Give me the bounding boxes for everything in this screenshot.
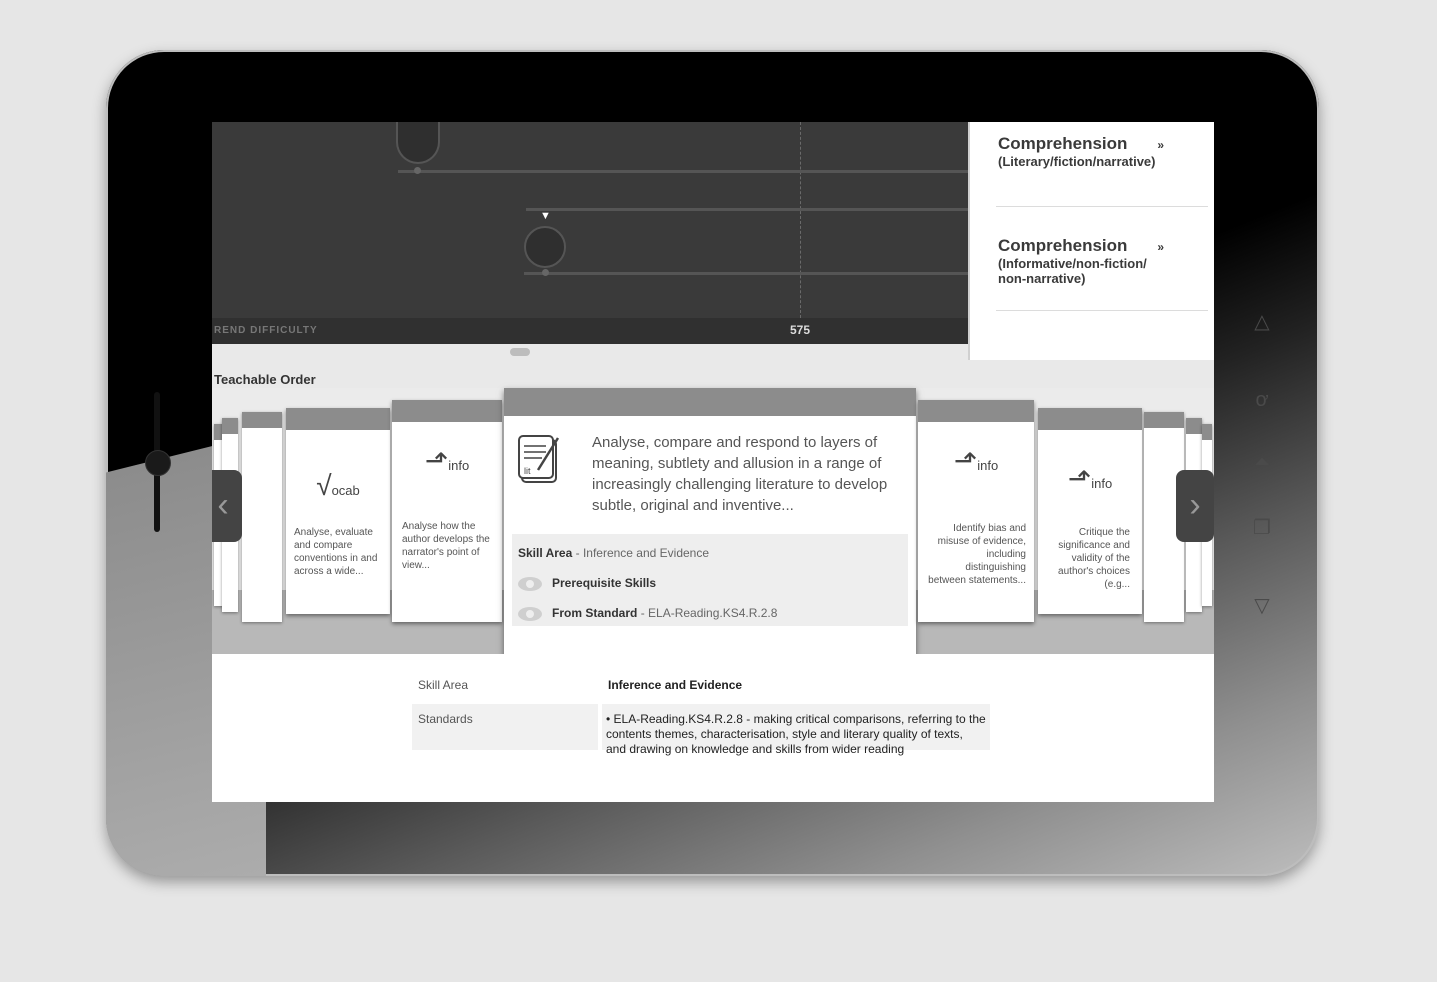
eye-icon[interactable]: [518, 576, 542, 591]
strand-subtitle: (Literary/fiction/narrative): [998, 154, 1156, 169]
search-icon[interactable]: ơ: [1250, 388, 1274, 412]
selection-pointer: [702, 642, 718, 652]
strand-title: Comprehension: [998, 134, 1128, 153]
divider: [996, 310, 1208, 311]
strand-subtitle: (Informative/non-fiction/ non-narrative): [998, 256, 1147, 286]
skill-card-text: Analyse how the author develops the narr…: [402, 521, 490, 571]
featured-skill-description: Analyse, compare and respond to layers o…: [592, 434, 888, 514]
graph-track: [526, 208, 968, 211]
axis-value: 575: [790, 323, 811, 337]
divider: [996, 206, 1208, 207]
card-stack-left: [242, 412, 282, 622]
skill-card-text: Analyse, evaluate and compare convention…: [294, 527, 378, 577]
carousel-next-button[interactable]: ›: [1176, 470, 1214, 542]
position-marker: ▼: [540, 210, 551, 222]
featured-skill-card[interactable]: lit Analyse, compare and respond to laye…: [504, 388, 916, 664]
stairs-info-icon: ⬏info: [1067, 463, 1113, 494]
graph-scrollbar[interactable]: [212, 344, 968, 360]
teachable-order-title: Teachable Order: [214, 372, 316, 387]
skill-area-label: Skill Area: [518, 546, 573, 560]
chevron-right-icon[interactable]: »: [1157, 240, 1164, 254]
skill-card-text: Identify bias and misuse of evidence, in…: [928, 523, 1026, 586]
prerequisite-row[interactable]: Prerequisite Skills: [518, 576, 656, 591]
skill-card-text: Critique the significance and validity o…: [1058, 527, 1130, 590]
skill-carousel: √ocab Analyse, evaluate and compare conv…: [212, 388, 1214, 664]
strand-item-informative[interactable]: Comprehension » (Informative/non-fiction/…: [998, 236, 1208, 286]
skill-card[interactable]: ⬏info Critique the significance and vali…: [1038, 408, 1142, 614]
skill-node[interactable]: [396, 122, 440, 164]
skill-area-label: Skill Area: [418, 678, 469, 692]
difficulty-axis: REND DIFFICULTY 575: [212, 318, 968, 344]
graph-track: [398, 170, 968, 173]
scrollbar-thumb[interactable]: [510, 348, 530, 356]
skill-node-selected[interactable]: [524, 226, 566, 268]
plug-icon[interactable]: ⏶: [1250, 450, 1274, 474]
vocab-icon: √ocab: [316, 470, 360, 501]
carousel-prev-button[interactable]: ‹: [212, 470, 242, 542]
eye-icon[interactable]: [518, 606, 542, 621]
standards-label: Standards: [418, 712, 473, 726]
triangle-up-icon[interactable]: △: [1250, 310, 1274, 334]
skill-area-row: Skill Area - Inference and Evidence: [518, 546, 709, 560]
skill-details-table: Skill Area Inference and Evidence Standa…: [212, 654, 1214, 802]
from-standard-row[interactable]: From Standard - ELA-Reading.KS4.R.2.8: [518, 606, 777, 621]
chevron-right-icon[interactable]: »: [1157, 138, 1164, 152]
skill-card[interactable]: ⬏info Analyse how the author develops th…: [392, 400, 502, 622]
node-dot: [414, 167, 421, 174]
skill-area-value: - Inference and Evidence: [575, 546, 710, 560]
strand-title: Comprehension: [998, 236, 1128, 255]
skill-card[interactable]: √ocab Analyse, evaluate and compare conv…: [286, 408, 390, 614]
standards-label-cell: [412, 704, 598, 750]
from-standard-label: From Standard: [552, 606, 638, 620]
teachable-order-header: Teachable Order: [212, 360, 1214, 390]
axis-label: REND DIFFICULTY: [214, 325, 318, 336]
threshold-line: [800, 122, 801, 318]
copy-icon[interactable]: ❐: [1250, 516, 1274, 540]
strand-item-literary[interactable]: Comprehension » (Literary/fiction/narrati…: [998, 134, 1208, 169]
graph-track: [524, 272, 968, 275]
svg-text:lit: lit: [524, 466, 531, 476]
device-slider-knob[interactable]: [145, 450, 171, 476]
strand-panel: Comprehension » (Literary/fiction/narrati…: [968, 122, 1214, 360]
node-dot: [542, 269, 549, 276]
progression-graph: ▼ REND DIFFICULTY 575: [212, 122, 968, 344]
from-standard-value: - ELA-Reading.KS4.R.2.8: [640, 606, 778, 620]
prerequisite-label: Prerequisite Skills: [552, 576, 657, 590]
literature-icon: lit: [518, 435, 560, 483]
skill-card[interactable]: ⬏info Identify bias and misuse of eviden…: [918, 400, 1034, 622]
skill-area-value: Inference and Evidence: [608, 678, 743, 692]
stairs-info-icon: ⬏info: [424, 445, 470, 476]
stairs-info-icon: ⬏info: [953, 445, 999, 476]
triangle-down-icon[interactable]: ▽: [1250, 594, 1274, 618]
app-screen: ▼ REND DIFFICULTY 575 Comprehension » (Li…: [212, 122, 1214, 802]
standards-value: • ELA-Reading.KS4.R.2.8 - making critica…: [606, 712, 986, 756]
